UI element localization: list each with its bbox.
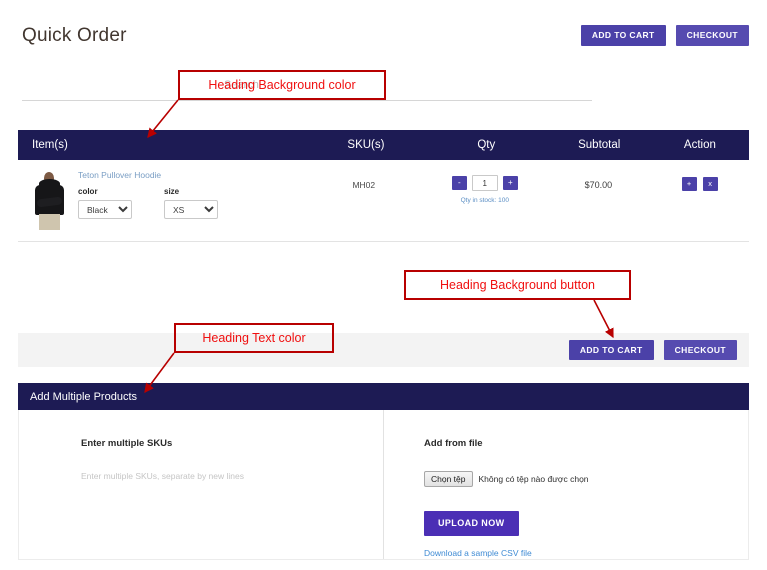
column-header-action: Action [683,139,716,151]
cell-subtotal: $70.00 [584,180,613,190]
column-header-subtotal: Subtotal [578,139,621,151]
add-row-icon[interactable]: + [681,177,697,191]
option-size-select[interactable]: XS [164,200,218,219]
stock-note: Qty in stock: 100 [460,197,509,204]
cell-action: + x [650,168,749,191]
annotation-heading-background-color: Heading Background color [178,70,386,100]
row-action-buttons: + x [650,177,749,191]
header-action-buttons: ADD TO CART CHECKOUT [580,25,749,46]
enter-skus-heading: Enter multiple SKUs [81,438,173,449]
remove-row-icon[interactable]: x [702,177,718,191]
product-thumbnail-image [28,168,70,230]
option-color-select[interactable]: Black [78,200,132,219]
table-header-row: Item(s) SKU(s) Qty Subtotal Action [18,130,749,160]
enter-skus-column: Enter multiple SKUs [19,410,384,559]
choose-file-button[interactable]: Chọn tệp [424,471,473,488]
cell-product: Teton Pullover Hoodie color Black size X… [18,168,305,230]
quantity-stepper: - + [423,175,546,191]
product-info: Teton Pullover Hoodie color Black size X… [78,168,218,230]
qty-input[interactable] [471,175,498,191]
column-header-qty: Qty [477,139,496,151]
option-size: size XS [164,187,218,219]
product-options: color Black size XS [78,187,218,219]
add-to-cart-button-bottom[interactable]: ADD TO CART [568,339,654,361]
download-sample-csv-link[interactable]: Download a sample CSV file [424,548,748,558]
add-from-file-heading: Add from file [424,438,483,449]
product-name-link[interactable]: Teton Pullover Hoodie [78,170,218,180]
checkout-button-top[interactable]: CHECKOUT [675,25,749,46]
table-row: Teton Pullover Hoodie color Black size X… [18,160,749,242]
bottom-action-bar: ADD TO CART CHECKOUT [18,333,749,367]
annotation-heading-background-button: Heading Background button [404,270,631,300]
checkout-button-bottom[interactable]: CHECKOUT [663,339,737,361]
cell-qty: - + Qty in stock: 100 [423,168,546,204]
cell-sku: MH02 [352,180,376,190]
file-status-text: Không có tệp nào được chọn [478,474,589,485]
option-size-label: size [164,187,180,196]
add-from-file-column: Add from file Chọn tệp Không có tệp nào … [384,410,748,559]
page-title: Quick Order [22,25,127,46]
qty-increase-button[interactable]: + [502,176,518,190]
option-color-label: color [78,187,98,196]
qty-decrease-button[interactable]: - [451,176,467,190]
add-to-cart-button-top[interactable]: ADD TO CART [580,25,666,46]
arrow-heading-background-button [593,299,614,339]
page-header: Quick Order ADD TO CART CHECKOUT [0,0,767,62]
annotation-heading-text-color: Heading Text color [174,323,334,353]
add-multiple-products-heading: Add Multiple Products [18,383,749,410]
add-multiple-products-body: Enter multiple SKUs Add from file Chọn t… [18,410,749,560]
option-color: color Black [78,187,132,219]
upload-now-button[interactable]: UPLOAD NOW [424,511,519,537]
column-header-items: Item(s) [32,139,68,151]
column-header-sku: SKU(s) [347,139,385,151]
order-table: Item(s) SKU(s) Qty Subtotal Action Teton… [18,130,749,242]
sku-textarea[interactable] [81,471,341,546]
file-input-row: Chọn tệp Không có tệp nào được chọn [424,471,748,488]
